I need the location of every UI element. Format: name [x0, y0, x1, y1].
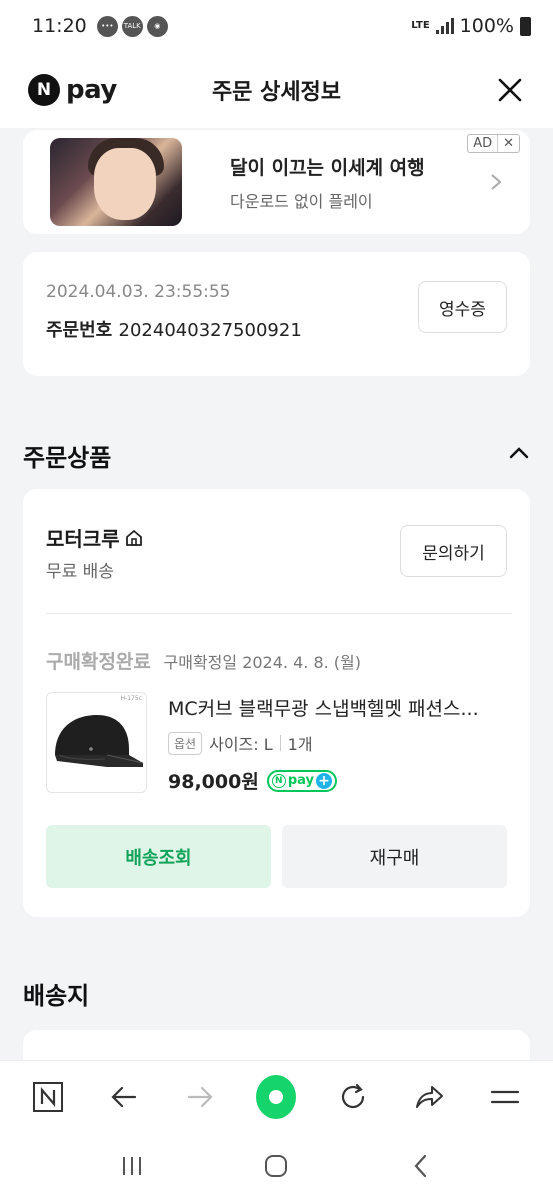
order-number-label: 주문번호: [46, 320, 113, 341]
app-header: N pay 주문 상세정보: [0, 52, 553, 128]
receipt-button[interactable]: 영수증: [418, 281, 507, 333]
browser-toolbar: [0, 1060, 553, 1132]
share-icon: [415, 1085, 443, 1108]
green-home-button[interactable]: [256, 1074, 297, 1119]
back-nav-icon[interactable]: [408, 1153, 434, 1179]
close-icon: [498, 78, 522, 102]
menu-button[interactable]: [485, 1077, 525, 1117]
section-title-products: 주문상품: [23, 444, 112, 472]
track-delivery-button[interactable]: 배송조회: [46, 825, 271, 888]
product-price-row: 98,000원 N pay +: [168, 767, 337, 794]
seller-name-row[interactable]: 모터크루: [46, 523, 144, 552]
system-indicators: LTE 100%: [411, 15, 531, 37]
ad-thumbnail: [50, 138, 182, 226]
shipping-fee: 무료 배송: [46, 562, 114, 582]
confirm-date: 구매확정일 2024. 4. 8. (월): [163, 653, 361, 672]
order-number: 2024040327500921: [118, 320, 302, 341]
naver-n-icon: [33, 1081, 64, 1112]
talk-icon: TALK: [121, 15, 143, 37]
option-tag: 옵션: [168, 731, 203, 755]
arrow-right-icon: [188, 1086, 213, 1107]
address-card: [23, 1030, 530, 1060]
share-button[interactable]: [409, 1077, 449, 1117]
page-content[interactable]: 달이 이끄는 이세계 여행 다운로드 없이 플레이 AD ✕ 2024.04.0…: [0, 128, 553, 1060]
refresh-icon: [341, 1083, 364, 1108]
status-bar: 11:20 ••• TALK ◉ LTE 100%: [0, 0, 553, 52]
ad-badge[interactable]: AD ✕: [467, 134, 520, 153]
product-image[interactable]: H-175c: [46, 692, 147, 793]
npay-plus-badge: N pay +: [266, 769, 337, 792]
helmet-image: [55, 715, 144, 767]
notification-icons: ••• TALK ◉: [96, 15, 168, 37]
npay-logo: N pay: [28, 74, 117, 106]
signal-icon: [435, 18, 454, 34]
chevron-right-icon: [491, 174, 502, 190]
lte-icon: LTE: [411, 20, 430, 31]
section-title-address: 배송지: [23, 982, 90, 1010]
product-option-row: 옵션 사이즈: L 1개: [168, 731, 313, 755]
ad-title: 달이 이끄는 이세계 여행: [230, 156, 425, 179]
product-name[interactable]: MC커브 블랙무광 스냅백헬멧 패션스...: [168, 694, 513, 721]
chevron-up-icon[interactable]: [507, 441, 531, 465]
battery-percent: 100%: [459, 15, 514, 37]
ad-label: AD: [473, 136, 493, 151]
order-status-row: 구매확정완료 구매확정일 2024. 4. 8. (월): [46, 647, 361, 674]
option-separator: [279, 735, 281, 751]
product-quantity: 1개: [287, 735, 313, 754]
rebuy-button[interactable]: 재구매: [282, 825, 507, 888]
clock: 11:20: [32, 15, 87, 37]
chat-icon: •••: [96, 15, 118, 37]
home-icon[interactable]: [263, 1153, 289, 1179]
refresh-button[interactable]: [333, 1077, 373, 1117]
seller-name[interactable]: 모터크루: [46, 523, 120, 552]
ad-subtitle: 다운로드 없이 플레이: [230, 191, 373, 211]
recent-apps-icon[interactable]: [119, 1153, 145, 1179]
divider: [46, 613, 512, 614]
back-button[interactable]: [104, 1077, 144, 1117]
battery-icon: [520, 16, 531, 36]
order-info-card: 2024.04.03. 23:55:55 주문번호 20240403275009…: [23, 252, 530, 376]
messenger-icon: ◉: [146, 15, 168, 37]
ad-close-icon[interactable]: ✕: [497, 135, 519, 152]
plus-icon: +: [315, 772, 332, 789]
product-card: 모터크루 무료 배송 문의하기 구매확정완료 구매확정일 2024. 4. 8.…: [23, 489, 530, 917]
forward-button[interactable]: [180, 1077, 220, 1117]
npay-n-icon: N: [271, 773, 286, 788]
arrow-left-icon: [111, 1086, 137, 1107]
close-button[interactable]: [495, 75, 525, 105]
ad-banner[interactable]: 달이 이끄는 이세계 여행 다운로드 없이 플레이 AD ✕: [23, 130, 530, 234]
product-price: 98,000원: [168, 771, 259, 793]
store-home-icon: [125, 529, 142, 546]
menu-icon: [490, 1090, 520, 1103]
logo-n-icon: N: [28, 74, 60, 106]
green-dot-icon: [256, 1074, 297, 1119]
logo-text: pay: [66, 75, 117, 105]
inquiry-button[interactable]: 문의하기: [400, 525, 507, 577]
npay-badge-text: pay: [287, 773, 314, 788]
system-nav-bar: [0, 1132, 553, 1200]
order-status: 구매확정완료: [46, 651, 151, 673]
option-value: 사이즈: L: [209, 735, 273, 754]
naver-home-button[interactable]: [28, 1077, 68, 1117]
